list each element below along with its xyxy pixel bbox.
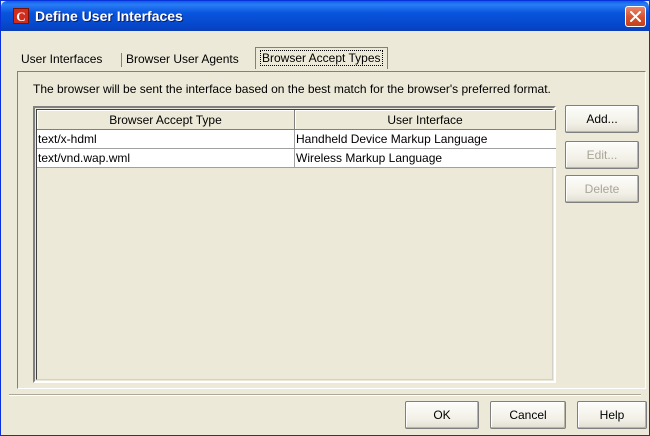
user-interface-cell: Handheld Device Markup Language bbox=[296, 132, 488, 146]
accept-type-cell: text/vnd.wap.wml bbox=[37, 149, 295, 167]
cancel-button[interactable]: Cancel bbox=[490, 401, 566, 429]
description-text: The browser will be sent the interface b… bbox=[33, 82, 551, 96]
column-header-user-interface[interactable]: User Interface bbox=[295, 110, 556, 130]
tab-user-interfaces[interactable]: User Interfaces bbox=[17, 49, 106, 69]
table-row[interactable]: text/x-hdml Handheld Device Markup Langu… bbox=[37, 130, 556, 149]
add-button[interactable]: Add... bbox=[565, 105, 639, 133]
edit-button[interactable]: Edit... bbox=[565, 141, 639, 169]
table-row[interactable]: text/vnd.wap.wml Wireless Markup Languag… bbox=[37, 149, 556, 168]
tab-label: Browser User Agents bbox=[126, 52, 239, 66]
footer-divider bbox=[9, 394, 641, 396]
accept-types-table[interactable]: Browser Accept Type User Interface text/… bbox=[33, 106, 556, 383]
tab-label: User Interfaces bbox=[21, 52, 103, 66]
tab-browser-accept-types[interactable]: Browser Accept Types bbox=[255, 47, 388, 69]
title-bar[interactable]: C Define User Interfaces bbox=[1, 1, 649, 31]
define-user-interfaces-dialog: C Define User Interfaces User Interfaces… bbox=[0, 0, 650, 436]
table-body: Browser Accept Type User Interface text/… bbox=[36, 109, 556, 380]
close-button[interactable] bbox=[625, 6, 646, 27]
tab-browser-user-agents[interactable]: Browser User Agents bbox=[122, 49, 243, 69]
delete-button[interactable]: Delete bbox=[565, 175, 639, 203]
ok-button[interactable]: OK bbox=[405, 401, 479, 429]
window-title: Define User Interfaces bbox=[35, 8, 183, 24]
tab-label: Browser Accept Types bbox=[260, 50, 383, 66]
user-interface-cell: Wireless Markup Language bbox=[296, 151, 443, 165]
help-button[interactable]: Help bbox=[577, 401, 647, 429]
close-icon bbox=[630, 11, 641, 22]
column-header-accept-type[interactable]: Browser Accept Type bbox=[37, 110, 295, 130]
app-icon: C bbox=[13, 8, 29, 24]
accept-type-cell: text/x-hdml bbox=[37, 130, 295, 148]
